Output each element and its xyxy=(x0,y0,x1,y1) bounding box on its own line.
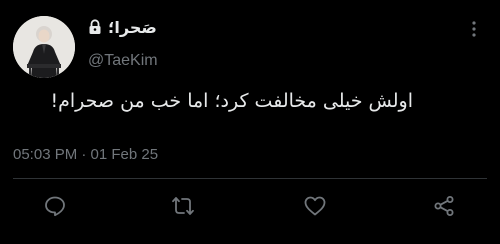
share-icon xyxy=(434,196,454,216)
display-name: صَحرا؛ xyxy=(108,17,157,37)
user-handle[interactable]: @TaeKim xyxy=(88,52,158,70)
tweet-text: اولش خیلی مخالفت کرد؛ اما خب من صحرام! xyxy=(50,90,414,112)
avatar[interactable] xyxy=(13,16,75,78)
tweet-timestamp[interactable]: 05:03 PM · 01 Feb 25 xyxy=(13,146,158,163)
display-name-row[interactable]: صَحرا؛ xyxy=(88,16,157,38)
action-bar xyxy=(0,190,500,224)
divider xyxy=(13,178,487,179)
more-vertical-icon[interactable] xyxy=(466,20,482,38)
retweet-button[interactable] xyxy=(171,194,195,218)
tweet-card: صَحرا؛ @TaeKim اولش خیلی مخالفت کرد؛ اما… xyxy=(0,0,500,244)
lock-icon xyxy=(88,19,102,35)
share-button[interactable] xyxy=(432,194,456,218)
reply-icon xyxy=(45,196,65,217)
like-button[interactable] xyxy=(303,194,327,218)
profile-photo xyxy=(13,16,75,78)
retweet-icon xyxy=(172,197,194,215)
heart-icon xyxy=(304,196,326,216)
reply-button[interactable] xyxy=(43,194,67,218)
